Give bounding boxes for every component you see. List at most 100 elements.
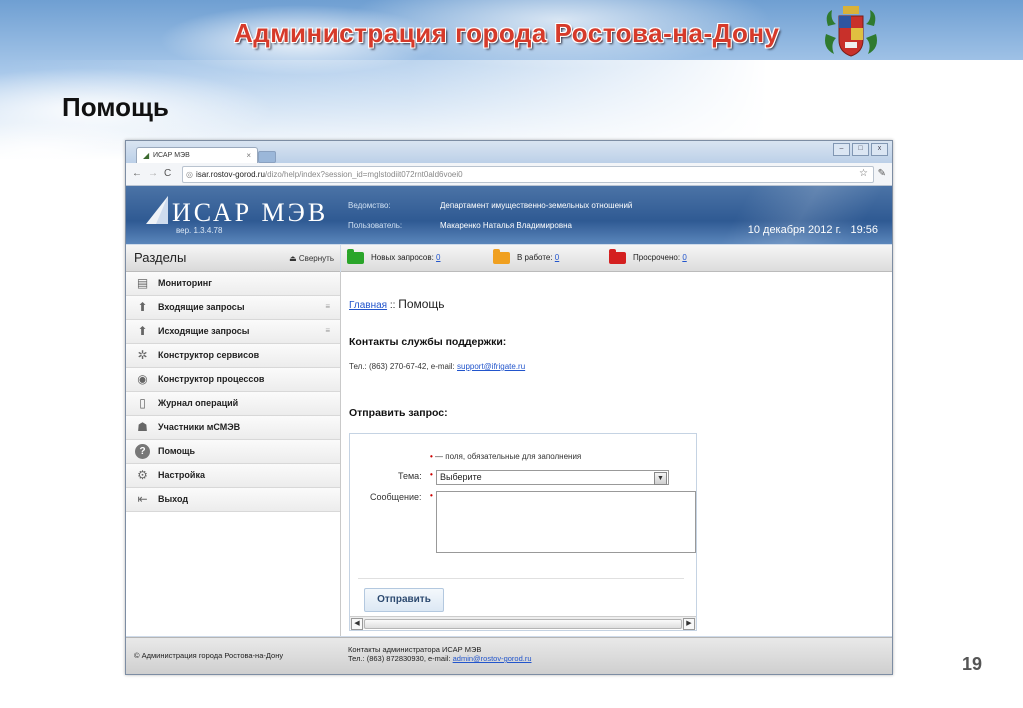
minimize-button[interactable]: – [833,143,850,156]
horizontal-scrollbar[interactable]: ◀ ▶ [350,616,696,630]
footer-admin-phone-line: Тел.: (863) 872830930, e-mail: admin@ros… [348,654,532,663]
new-requests-count-link[interactable]: 0 [436,253,440,262]
app-footer: © Администрация города Ростова-на-Дону К… [126,637,892,674]
sidebar-header: Разделы ⏏ Свернуть [126,245,340,272]
outbox-icon: ⬆ [137,324,148,338]
tab-title: ИСАР МЭВ [153,152,190,159]
sidebar-item-label: Настройка [158,470,205,480]
coat-of-arms-icon [825,6,877,57]
form-divider [358,578,684,579]
sidebar-item-label: Конструктор процессов [158,374,265,384]
help-icon: ? [135,444,150,459]
footer-admin-phone: Тел.: (863) 872830930, e-mail: [348,654,453,663]
sidebar-item-journal[interactable]: ▯ Журнал операций [126,392,340,416]
favicon-icon: ◢ [143,151,150,160]
tab-close-icon[interactable]: × [246,151,251,160]
support-contacts: Тел.: (863) 270-67-42, e-mail: support@i… [349,362,525,371]
sidebar-item-label: Участники мСМЭВ [158,422,241,432]
footer-admin-email-link[interactable]: admin@rostov-gorod.ru [453,654,532,663]
expand-icon[interactable]: ≡ [325,302,330,311]
send-button[interactable]: Отправить [364,588,444,612]
overdue-folder-icon [609,249,626,264]
sidebar-item-label: Конструктор сервисов [158,350,260,360]
browser-tab[interactable]: ◢ ИСАР МЭВ × [136,147,258,164]
sidebar-item-label: Журнал операций [158,398,239,408]
globe-icon: ◎ [186,170,193,179]
new-requests-status: Новых запросов: 0 [371,253,441,262]
status-toolbar: Новых запросов: 0 В работе: 0 Просрочено… [341,245,892,272]
inbox-icon: ⬆ [137,300,148,314]
slide-heading: Помощь [62,92,169,122]
maximize-button[interactable]: □ [852,143,869,156]
footer-copyright: © Администрация города Ростова-на-Дону [134,651,284,660]
exit-icon: ⇤ [137,492,148,506]
scroll-right-icon[interactable]: ▶ [683,618,695,630]
close-window-button[interactable]: x [871,143,888,156]
new-tab-button[interactable] [258,151,276,163]
sidebar-title: Разделы [134,250,187,265]
sidebar-item-help[interactable]: ? Помощь [126,440,340,464]
required-note-text: — поля, обязательные для заполнения [432,452,582,461]
scrollbar-thumb[interactable] [364,619,682,629]
in-work-label: В работе: [517,253,553,262]
topic-select[interactable]: Выберите ▼ [436,470,669,485]
sidebar-item-settings[interactable]: ⚙ Настройка [126,464,340,488]
sidebar-item-service-builder[interactable]: ✲ Конструктор сервисов [126,344,340,368]
sidebar-item-exit[interactable]: ⇤ Выход [126,488,340,512]
scroll-left-icon[interactable]: ◀ [351,618,363,630]
user-value: Макаренко Наталья Владимировна [440,221,572,230]
new-requests-folder-icon [347,249,364,264]
sidebar-item-label: Мониторинг [158,278,212,288]
url-input[interactable]: ◎ isar.rostov-gorod.ru/dizo/help/index?se… [182,166,874,183]
required-note: • — поля, обязательные для заполнения [430,452,581,461]
in-work-folder-icon [493,249,510,264]
support-phone: Тел.: (863) 270-67-42, e-mail: [349,362,457,371]
chevron-down-icon[interactable]: ▼ [654,472,667,485]
slide-title: Администрация города Ростова-на-Дону [234,18,780,48]
breadcrumb-current: Помощь [398,297,445,311]
breadcrumb-home-link[interactable]: Главная [349,300,387,311]
expand-icon[interactable]: ≡ [325,326,330,335]
support-heading: Контакты службы поддержки: [349,336,507,348]
support-email-link[interactable]: support@ifrigate.ru [457,362,525,371]
department-label: Ведомство: [348,201,391,210]
browser-window: ◢ ИСАР МЭВ × – □ x ← → C ◎ isar.rostov-go… [125,140,893,675]
forward-arrow-icon[interactable]: → [148,168,158,179]
department-value: Департамент имущественно-земельных отнош… [440,201,633,210]
wrench-icon[interactable]: ✎ [878,168,886,179]
request-form: • — поля, обязательные для заполнения Те… [349,433,697,631]
collapse-button[interactable]: ⏏ Свернуть [289,254,334,263]
back-arrow-icon[interactable]: ← [132,168,142,179]
overdue-status: Просрочено: 0 [633,253,687,262]
sidebar-item-incoming[interactable]: ⬆ Входящие запросы ≡ [126,296,340,320]
address-toolbar: ← → C ◎ isar.rostov-gorod.ru/dizo/help/in… [126,163,892,186]
sidebar-item-monitoring[interactable]: ▤ Мониторинг [126,272,340,296]
app-logo-text: ИСАР МЭВ [172,198,329,227]
message-textarea[interactable] [436,491,696,553]
breadcrumb-separator: :: [387,300,399,311]
sidebar-item-label: Помощь [158,446,196,456]
app-version: вер. 1.3.4.78 [176,226,223,235]
journal-icon: ▯ [139,396,146,410]
required-marker: • [430,491,433,500]
logo-sail-icon [146,196,168,224]
current-time: 19:56 [850,224,878,236]
process-icon: ◉ [137,372,148,386]
sidebar-item-process-builder[interactable]: ◉ Конструктор процессов [126,368,340,392]
in-work-count-link[interactable]: 0 [555,253,559,262]
sidebar-item-outgoing[interactable]: ⬆ Исходящие запросы ≡ [126,320,340,344]
sidebar: ▤ Мониторинг ⬆ Входящие запросы ≡ ⬆ Исхо… [126,272,341,636]
overdue-label: Просрочено: [633,253,681,262]
app-header: ИСАР МЭВ вер. 1.3.4.78 Ведомство: Департ… [126,186,892,244]
collapse-icon: ⏏ [289,254,297,263]
in-work-status: В работе: 0 [517,253,559,262]
reload-icon[interactable]: C [164,168,171,179]
gear-icon: ✲ [137,348,148,362]
overdue-count-link[interactable]: 0 [682,253,686,262]
sidebar-item-participants[interactable]: ☗ Участники мСМЭВ [126,416,340,440]
bookmark-star-icon[interactable]: ☆ [859,168,868,179]
url-path: /dizo/help/index?session_id=mglstodiit07… [264,170,463,179]
window-controls: – □ x [833,143,888,156]
footer-admin-contacts: Контакты администратора ИСАР МЭВ [348,645,482,654]
users-icon: ☗ [137,420,148,434]
